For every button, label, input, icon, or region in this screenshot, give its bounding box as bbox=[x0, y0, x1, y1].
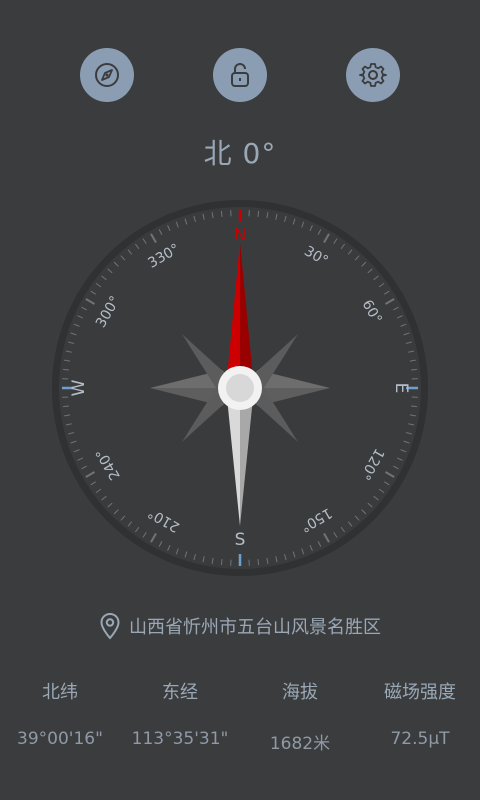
gear-icon bbox=[359, 63, 387, 87]
unlock-icon bbox=[231, 63, 249, 87]
lock-toggle-button[interactable] bbox=[213, 48, 267, 102]
dial-tick bbox=[62, 368, 69, 371]
cardinal-west-label: W bbox=[69, 379, 89, 396]
altitude-value: 1682米 bbox=[269, 734, 331, 754]
longitude-label: 东经 bbox=[162, 682, 198, 703]
longitude-value: 113°35'31" bbox=[131, 729, 229, 749]
compass-dial: N S E W 30° 60° 120° 150° 210° 240° 300° 330° bbox=[40, 200, 440, 576]
heading-readout: 北 0° bbox=[0, 132, 480, 172]
compass-mode-button[interactable] bbox=[80, 48, 134, 102]
dial-tick bbox=[220, 559, 223, 566]
dial-tick bbox=[257, 210, 260, 217]
dial-tick bbox=[257, 559, 260, 566]
cardinal-east-label: E bbox=[391, 383, 411, 394]
settings-button[interactable] bbox=[346, 48, 400, 102]
altitude-label: 海拔 bbox=[282, 682, 318, 703]
magnetic-strength-value: 72.5μT bbox=[390, 729, 450, 749]
compass-icon bbox=[95, 63, 119, 87]
dial-tick bbox=[62, 405, 69, 408]
info-labels-row: 北纬 东经 海拔 磁场强度 bbox=[0, 678, 480, 704]
location-pin-icon bbox=[100, 612, 120, 640]
needle-hub-inner bbox=[226, 374, 254, 402]
latitude-label: 北纬 bbox=[42, 682, 78, 703]
location-bar: 山西省忻州市五台山风景名胜区 bbox=[0, 610, 480, 642]
dial-tick bbox=[411, 368, 418, 371]
dial-tick bbox=[411, 405, 418, 408]
compass-dial-svg: N S E W 30°60°120°150°210°240°300°330° bbox=[52, 200, 428, 576]
latitude-value: 39°00'16" bbox=[17, 729, 103, 749]
info-values-row: 39°00'16" 113°35'31" 1682米 72.5μT bbox=[0, 729, 480, 754]
magnetic-strength-label: 磁场强度 bbox=[384, 682, 456, 703]
cardinal-south-label: S bbox=[235, 530, 246, 550]
cardinal-north-label: N bbox=[234, 225, 247, 245]
heading-angle: 0° bbox=[242, 137, 277, 170]
dial-tick bbox=[220, 210, 223, 217]
top-toolbar bbox=[0, 48, 480, 102]
location-text: 山西省忻州市五台山风景名胜区 bbox=[129, 617, 381, 638]
heading-direction: 北 bbox=[203, 137, 233, 170]
